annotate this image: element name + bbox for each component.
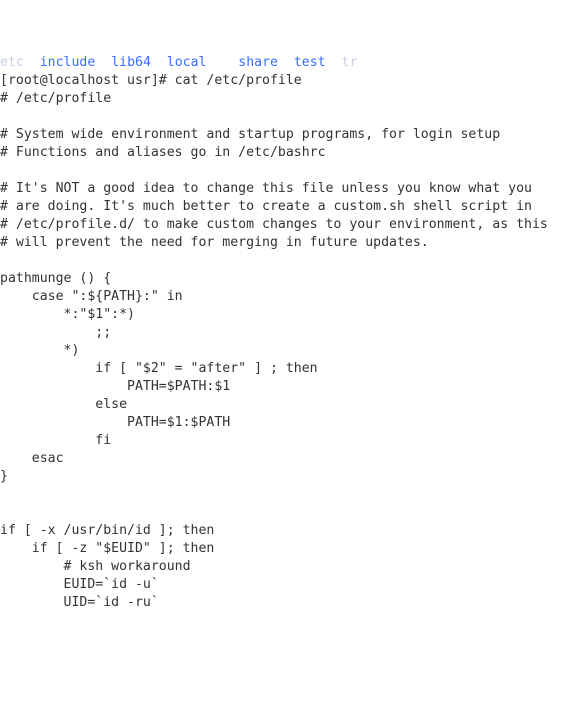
file-line: *)	[0, 343, 79, 358]
shell-prompt-line: [root@localhost usr]# cat /etc/profile	[0, 73, 302, 88]
file-line: pathmunge () {	[0, 271, 111, 286]
ls-fragment-line: etc include lib64 local share test tr	[0, 55, 357, 70]
file-line: fi	[0, 433, 111, 448]
file-line: ;;	[0, 325, 111, 340]
file-line: esac	[0, 451, 64, 466]
file-line: # System wide environment and startup pr…	[0, 127, 500, 142]
file-line: case ":${PATH}:" in	[0, 289, 183, 304]
file-line: UID=`id -ru`	[0, 595, 159, 610]
file-line: # are doing. It's much better to create …	[0, 199, 532, 214]
file-line: PATH=$1:$PATH	[0, 415, 230, 430]
file-line: # /etc/profile	[0, 91, 111, 106]
file-line: if [ "$2" = "after" ] ; then	[0, 361, 318, 376]
file-line: # /etc/profile.d/ to make custom changes…	[0, 217, 548, 232]
file-line: # will prevent the need for merging in f…	[0, 235, 429, 250]
terminal-output[interactable]: etc include lib64 local share test tr [r…	[0, 54, 588, 612]
file-line: PATH=$PATH:$1	[0, 379, 230, 394]
file-line: *:"$1":*)	[0, 307, 135, 322]
file-line: EUID=`id -u`	[0, 577, 159, 592]
file-line: # ksh workaround	[0, 559, 191, 574]
file-line: if [ -z "$EUID" ]; then	[0, 541, 214, 556]
file-line: if [ -x /usr/bin/id ]; then	[0, 523, 214, 538]
file-line: # Functions and aliases go in /etc/bashr…	[0, 145, 326, 160]
file-line: }	[0, 469, 8, 484]
file-line: # It's NOT a good idea to change this fi…	[0, 181, 532, 196]
file-line: else	[0, 397, 127, 412]
